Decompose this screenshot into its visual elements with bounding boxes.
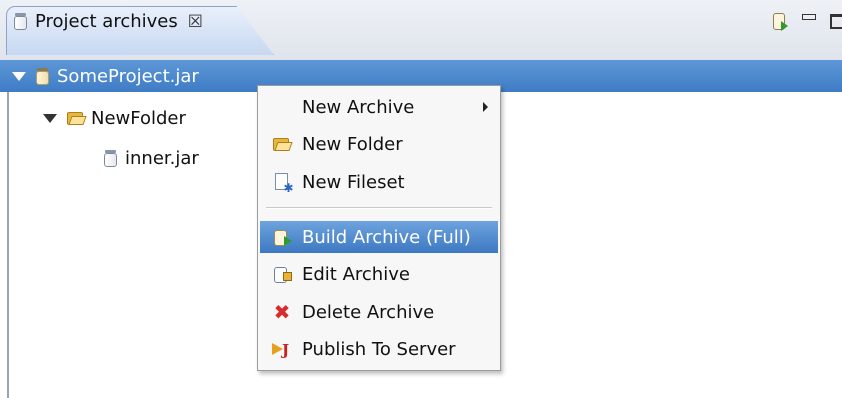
minimize-icon[interactable] (802, 13, 816, 20)
menu-item-new-folder[interactable]: New Folder (260, 128, 498, 160)
view-left-border (7, 92, 9, 398)
expand-toggle-icon[interactable] (12, 71, 26, 81)
menu-separator (266, 207, 492, 209)
tab-content: Project archives ☒ (14, 11, 203, 32)
menu-item-new-fileset[interactable]: ✱ New Fileset (260, 166, 498, 198)
tree-item-label: NewFolder (91, 107, 186, 129)
submenu-arrow-icon (483, 102, 488, 112)
tree-item-inner-jar[interactable]: inner.jar (104, 142, 199, 174)
delete-icon: ✖ (273, 300, 291, 324)
menu-item-label: New Folder (302, 133, 403, 155)
tab-title: Project archives (35, 11, 178, 32)
tab-close-icon[interactable]: ☒ (188, 12, 203, 32)
tree-item-label: SomeProject.jar (57, 65, 199, 87)
tree-item-label: inner.jar (125, 147, 199, 169)
tree-item-newfolder[interactable]: NewFolder (0, 102, 186, 134)
menu-item-publish-to-server[interactable]: J Publish To Server (260, 333, 498, 365)
menu-item-label: Edit Archive (302, 263, 410, 285)
menu-item-edit-archive[interactable]: Edit Archive (260, 258, 498, 290)
context-menu: New Archive New Folder ✱ New Fileset Bui… (257, 85, 501, 371)
build-icon (272, 227, 292, 247)
menu-item-label: Delete Archive (302, 301, 435, 323)
view-tab-bar: Project archives ☒ (0, 0, 842, 61)
menu-item-label: New Fileset (302, 171, 405, 193)
jar-icon (104, 149, 117, 167)
jar-icon (14, 13, 27, 30)
fileset-icon: ✱ (272, 172, 294, 194)
menu-item-label: Publish To Server (302, 338, 456, 360)
expand-toggle-icon[interactable] (43, 113, 57, 123)
folder-icon (272, 134, 293, 154)
edit-icon (272, 264, 292, 284)
jar-icon (36, 67, 49, 85)
view-toolbar (773, 12, 842, 31)
publish-icon: J (272, 339, 292, 359)
maximize-icon[interactable] (830, 14, 842, 29)
menu-item-label: New Archive (302, 96, 415, 118)
menu-item-build-archive-full[interactable]: Build Archive (Full) (260, 221, 498, 253)
build-archive-icon[interactable] (773, 12, 788, 31)
menu-item-new-archive[interactable]: New Archive (260, 91, 498, 123)
menu-item-delete-archive[interactable]: ✖ Delete Archive (260, 296, 498, 328)
menu-item-label: Build Archive (Full) (302, 226, 471, 248)
folder-icon (67, 111, 87, 125)
